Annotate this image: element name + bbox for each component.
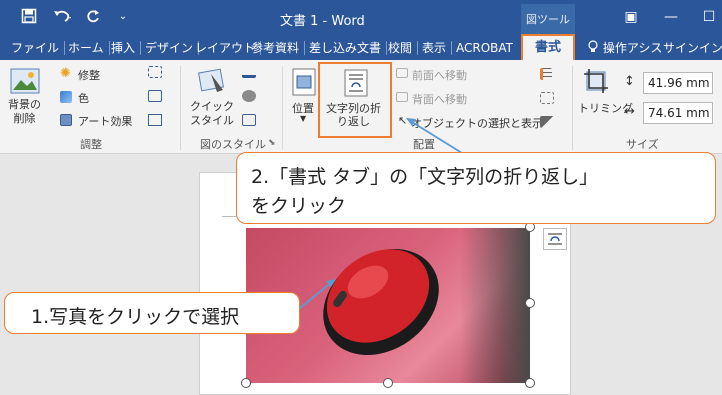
step2-text-line1: 2.「書式 タブ」の「文字列の折り返し」	[251, 166, 599, 188]
step2-text-line2: をクリック	[251, 195, 347, 217]
step1-text: 1.写真をクリックで選択	[31, 306, 240, 328]
step1-callout: 1.写真をクリックで選択	[4, 292, 300, 334]
step2-callout: 2.「書式 タブ」の「文字列の折り返し」 をクリック	[236, 152, 716, 224]
